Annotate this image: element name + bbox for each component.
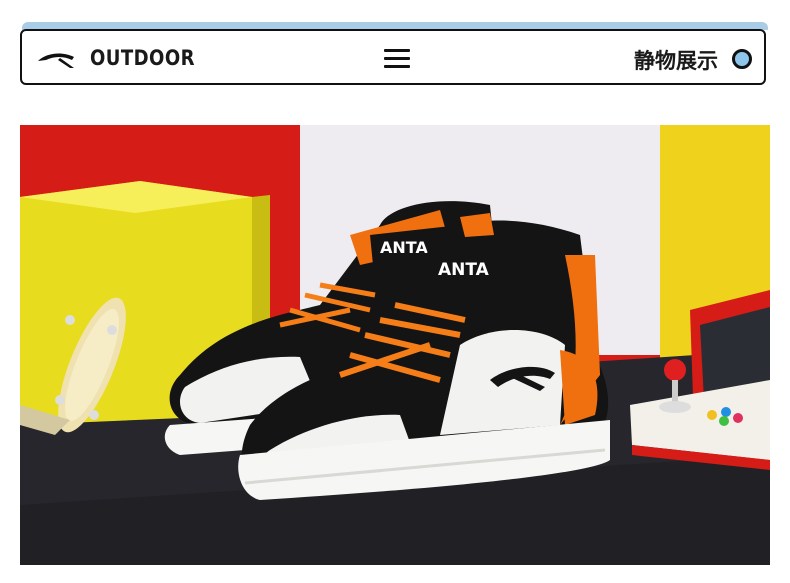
section-title: 静物展示 <box>634 49 718 73</box>
product-photo: ANTA ANTA <box>20 125 770 565</box>
shoe-back-label: ANTA <box>380 238 428 257</box>
hamburger-menu-icon[interactable] <box>384 49 410 71</box>
shoe-front-label: ANTA <box>438 260 490 280</box>
brand-label[interactable]: OUTDOOR <box>90 46 195 70</box>
product-scene: ANTA ANTA <box>20 125 770 565</box>
circle-toggle-icon[interactable] <box>732 49 752 69</box>
site-header: OUTDOOR 静物展示 <box>20 29 766 85</box>
anta-logo-icon[interactable] <box>36 49 76 69</box>
